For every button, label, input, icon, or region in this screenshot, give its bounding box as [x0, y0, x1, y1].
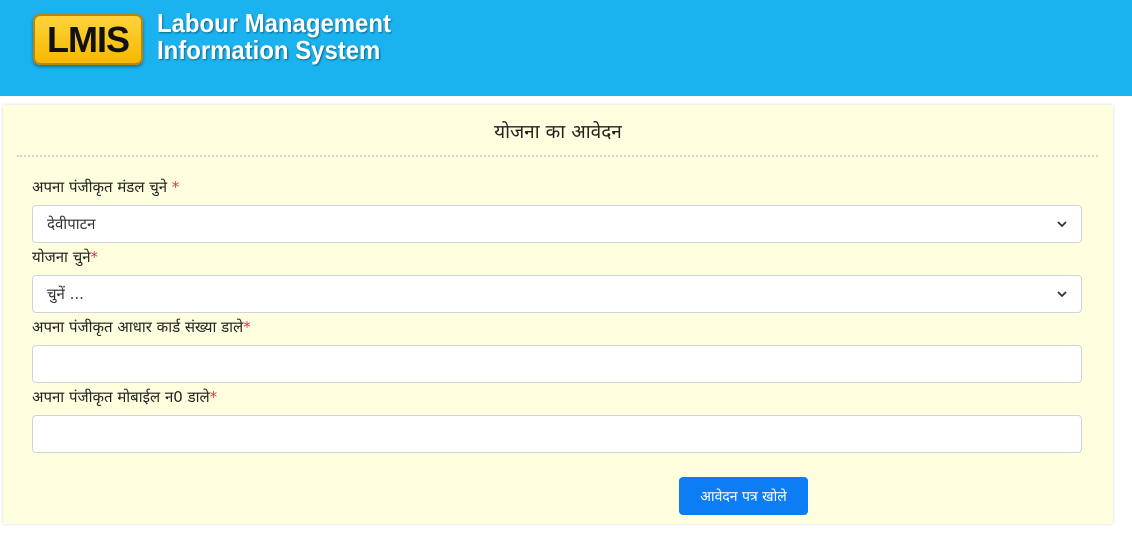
app-title: Labour Management Information System — [157, 10, 391, 64]
application-form-panel: योजना का आवेदन अपना पंजीकृत मंडल चुने * … — [3, 105, 1113, 524]
mobile-input[interactable] — [32, 415, 1082, 453]
mobile-label: अपना पंजीकृत मोबाईल न0 डाले* — [32, 387, 217, 407]
open-application-button[interactable]: आवेदन पत्र खोले — [679, 477, 808, 515]
mandal-select[interactable]: देवीपाटन — [32, 205, 1082, 243]
mandal-label-text: अपना पंजीकृत मंडल चुने — [32, 178, 172, 196]
required-marker: * — [90, 248, 99, 266]
chevron-down-icon — [1057, 291, 1067, 298]
title-divider — [17, 155, 1098, 157]
app-title-line1: Labour Management — [157, 8, 391, 38]
yojana-select[interactable]: चुनें ... — [32, 275, 1082, 313]
required-marker: * — [243, 318, 251, 336]
required-marker: * — [171, 178, 180, 196]
aadhaar-label: अपना पंजीकृत आधार कार्ड संख्या डाले* — [32, 317, 251, 337]
required-marker: * — [209, 388, 218, 406]
chevron-down-icon — [1057, 221, 1067, 228]
aadhaar-input[interactable] — [32, 345, 1082, 383]
yojana-selected-value: चुनें ... — [47, 285, 84, 303]
aadhaar-label-text: अपना पंजीकृत आधार कार्ड संख्या डाले — [32, 318, 244, 336]
yojana-label-text: योजना चुने — [32, 248, 91, 266]
app-header: LMIS Labour Management Information Syste… — [0, 0, 1132, 96]
mandal-label: अपना पंजीकृत मंडल चुने * — [32, 177, 179, 197]
form-title: योजना का आवेदन — [494, 121, 622, 143]
app-title-line2: Information System — [157, 35, 381, 65]
mandal-selected-value: देवीपाटन — [47, 215, 96, 233]
mobile-label-text: अपना पंजीकृत मोबाईल न0 डाले — [32, 388, 210, 406]
lmis-logo: LMIS — [33, 14, 143, 65]
yojana-label: योजना चुने* — [32, 247, 98, 267]
